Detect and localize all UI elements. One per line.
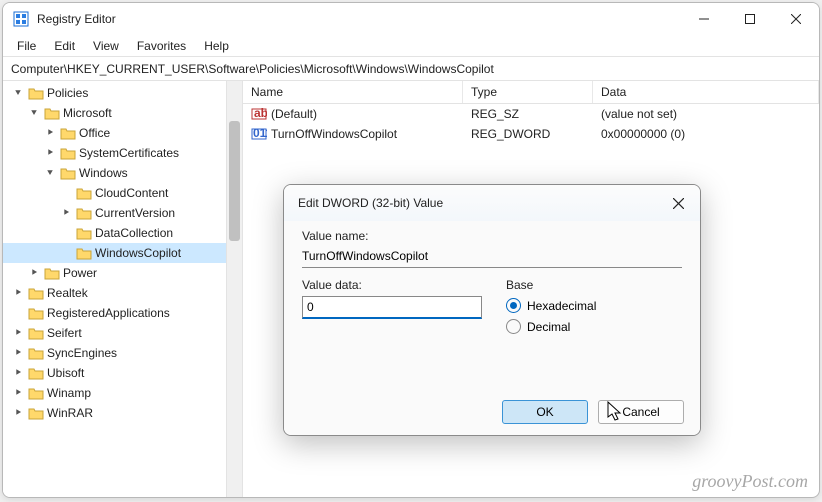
list-row[interactable]: ab (Default) REG_SZ (value not set)	[243, 104, 819, 124]
valuedata-label: Value data:	[302, 278, 482, 292]
close-button[interactable]	[773, 3, 819, 35]
tree-node-syncengines[interactable]: ⯈SyncEngines	[3, 343, 226, 363]
tree-node-policies[interactable]: ⯆Policies	[3, 83, 226, 103]
chevron-right-icon[interactable]: ⯈	[11, 408, 25, 419]
tree-node-ubisoft[interactable]: ⯈Ubisoft	[3, 363, 226, 383]
tree-node-windows[interactable]: ⯆Windows	[3, 163, 226, 183]
ok-button[interactable]: OK	[502, 400, 588, 424]
list-header: Name Type Data	[243, 81, 819, 104]
tree-view[interactable]: ⯆Policies ⯆Microsoft ⯈Office ⯈SystemCert…	[3, 81, 243, 497]
folder-icon	[28, 86, 44, 100]
valuedata-field[interactable]	[302, 296, 482, 319]
valuename-field[interactable]	[302, 247, 682, 268]
value-name: TurnOffWindowsCopilot	[271, 127, 397, 141]
radio-icon	[506, 319, 521, 334]
titlebar: Registry Editor	[3, 3, 819, 35]
dialog-close-button[interactable]	[664, 189, 692, 217]
window-title: Registry Editor	[37, 12, 681, 26]
svg-text:011: 011	[253, 126, 267, 140]
dialog-title: Edit DWORD (32-bit) Value	[298, 196, 664, 210]
dialog-titlebar: Edit DWORD (32-bit) Value	[284, 185, 700, 221]
folder-icon	[76, 186, 92, 200]
folder-icon	[28, 286, 44, 300]
tree-node-winrar[interactable]: ⯈WinRAR	[3, 403, 226, 423]
value-type: REG_DWORD	[463, 126, 593, 142]
valuename-label: Value name:	[302, 229, 682, 243]
column-type[interactable]: Type	[463, 81, 593, 103]
column-data[interactable]: Data	[593, 81, 819, 103]
address-bar[interactable]: Computer\HKEY_CURRENT_USER\Software\Poli…	[3, 57, 819, 81]
folder-icon	[28, 346, 44, 360]
base-radio-group: Hexadecimal Decimal	[506, 298, 682, 334]
menu-edit[interactable]: Edit	[46, 37, 83, 55]
folder-icon	[76, 226, 92, 240]
folder-icon	[28, 386, 44, 400]
chevron-right-icon[interactable]: ⯈	[43, 148, 57, 159]
chevron-down-icon[interactable]: ⯆	[27, 108, 41, 119]
column-name[interactable]: Name	[243, 81, 463, 103]
app-icon	[13, 11, 29, 27]
cancel-button[interactable]: Cancel	[598, 400, 684, 424]
folder-icon	[28, 366, 44, 380]
tree-node-seifert[interactable]: ⯈Seifert	[3, 323, 226, 343]
folder-icon	[28, 326, 44, 340]
chevron-right-icon[interactable]: ⯈	[27, 268, 41, 279]
value-data: (value not set)	[593, 106, 819, 122]
radio-icon	[506, 298, 521, 313]
base-label: Base	[506, 278, 682, 292]
svg-text:ab: ab	[254, 106, 267, 120]
tree-node-microsoft[interactable]: ⯆Microsoft	[3, 103, 226, 123]
tree-node-realtek[interactable]: ⯈Realtek	[3, 283, 226, 303]
dword-value-icon: 011	[251, 126, 267, 142]
radio-decimal[interactable]: Decimal	[506, 319, 682, 334]
edit-dword-dialog: Edit DWORD (32-bit) Value Value name: Va…	[283, 184, 701, 436]
scrollbar-thumb[interactable]	[229, 121, 240, 241]
window-controls	[681, 3, 819, 35]
string-value-icon: ab	[251, 106, 267, 122]
tree-node-systemcerts[interactable]: ⯈SystemCertificates	[3, 143, 226, 163]
chevron-right-icon[interactable]: ⯈	[11, 288, 25, 299]
folder-icon	[60, 126, 76, 140]
tree-node-regapps[interactable]: RegisteredApplications	[3, 303, 226, 323]
maximize-button[interactable]	[727, 3, 773, 35]
menu-file[interactable]: File	[9, 37, 44, 55]
chevron-right-icon[interactable]: ⯈	[11, 328, 25, 339]
dialog-buttons: OK Cancel	[284, 389, 700, 435]
tree-node-power[interactable]: ⯈Power	[3, 263, 226, 283]
chevron-right-icon[interactable]: ⯈	[11, 348, 25, 359]
menu-view[interactable]: View	[85, 37, 127, 55]
folder-icon	[76, 246, 92, 260]
chevron-down-icon[interactable]: ⯆	[11, 88, 25, 99]
menu-favorites[interactable]: Favorites	[129, 37, 194, 55]
folder-icon	[44, 266, 60, 280]
tree-node-datacollection[interactable]: DataCollection	[3, 223, 226, 243]
dialog-body: Value name: Value data: Base Hexadecimal…	[284, 221, 700, 389]
tree-node-winamp[interactable]: ⯈Winamp	[3, 383, 226, 403]
chevron-right-icon[interactable]: ⯈	[11, 388, 25, 399]
radio-hexadecimal[interactable]: Hexadecimal	[506, 298, 682, 313]
tree-scrollbar[interactable]	[226, 81, 242, 497]
folder-icon	[60, 146, 76, 160]
minimize-button[interactable]	[681, 3, 727, 35]
value-name: (Default)	[271, 107, 317, 121]
menu-help[interactable]: Help	[196, 37, 237, 55]
tree-node-currentversion[interactable]: ⯈CurrentVersion	[3, 203, 226, 223]
value-data: 0x00000000 (0)	[593, 126, 819, 142]
tree-node-cloudcontent[interactable]: CloudContent	[3, 183, 226, 203]
chevron-right-icon[interactable]: ⯈	[43, 128, 57, 139]
folder-icon	[28, 406, 44, 420]
folder-icon	[60, 166, 76, 180]
folder-icon	[28, 306, 44, 320]
tree-node-windowscopilot[interactable]: WindowsCopilot	[3, 243, 226, 263]
list-row[interactable]: 011 TurnOffWindowsCopilot REG_DWORD 0x000…	[243, 124, 819, 144]
chevron-right-icon[interactable]: ⯈	[11, 368, 25, 379]
chevron-down-icon[interactable]: ⯆	[43, 168, 57, 179]
folder-icon	[44, 106, 60, 120]
tree-node-office[interactable]: ⯈Office	[3, 123, 226, 143]
menubar: File Edit View Favorites Help	[3, 35, 819, 57]
chevron-right-icon[interactable]: ⯈	[59, 208, 73, 219]
value-type: REG_SZ	[463, 106, 593, 122]
folder-icon	[76, 206, 92, 220]
